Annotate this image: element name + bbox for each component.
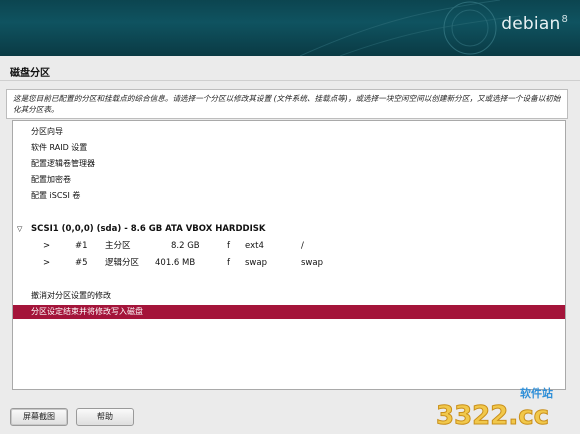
partition-flag: f <box>227 258 230 268</box>
watermark-logo-text: 3322.cc <box>436 401 549 431</box>
menu-item-guided-partitioning[interactable]: 分区向导 <box>13 125 565 139</box>
brand-name: debian <box>501 14 561 34</box>
installer-header: debian8 <box>0 0 580 56</box>
partition-arrow-icon: > <box>43 258 51 268</box>
partition-number: #1 <box>75 241 88 251</box>
screenshot-button[interactable]: 屏幕截图 <box>10 408 68 426</box>
menu-item-label: 配置加密卷 <box>31 175 71 184</box>
partition-flag: f <box>227 241 230 251</box>
partition-mountpoint: swap <box>301 258 323 268</box>
menu-item-label: 配置 iSCSI 卷 <box>31 191 81 200</box>
menu-item-software-raid[interactable]: 软件 RAID 设置 <box>13 141 565 155</box>
help-button[interactable]: 帮助 <box>76 408 134 426</box>
partition-row-5[interactable]: > #5 逻辑分区 401.6 MB f swap swap <box>13 256 565 270</box>
partition-arrow-icon: > <box>43 241 51 251</box>
brand-version: 8 <box>561 14 568 26</box>
partition-filesystem: swap <box>245 258 267 268</box>
disk-label: SCSI1 (0,0,0) (sda) - 8.6 GB ATA VBOX HA… <box>31 224 266 234</box>
debian-logo: debian8 <box>501 14 568 34</box>
menu-item-label: 分区向导 <box>31 127 63 136</box>
menu-item-label: 软件 RAID 设置 <box>31 143 88 152</box>
finish-partitioning-label: 分区设定结束并将修改写入磁盘 <box>31 307 143 316</box>
page-title: 磁盘分区 <box>10 68 50 79</box>
collapse-triangle-icon[interactable]: ▽ <box>17 222 22 236</box>
partition-number: #5 <box>75 258 88 268</box>
partition-size: 8.2 GB <box>171 241 200 251</box>
menu-item-iscsi[interactable]: 配置 iSCSI 卷 <box>13 189 565 203</box>
partition-row-1[interactable]: > #1 主分区 8.2 GB f ext4 / <box>13 239 565 253</box>
undo-changes-item[interactable]: 撤消对分区设置的修改 <box>13 289 565 303</box>
partition-list[interactable]: 分区向导 软件 RAID 设置 配置逻辑卷管理器 配置加密卷 配置 iSCSI … <box>12 120 566 390</box>
partition-type: 主分区 <box>105 241 131 251</box>
undo-changes-label: 撤消对分区设置的修改 <box>31 291 111 300</box>
menu-item-label: 配置逻辑卷管理器 <box>31 159 95 168</box>
partition-size: 401.6 MB <box>155 258 196 268</box>
disk-sda-row[interactable]: ▽ SCSI1 (0,0,0) (sda) - 8.6 GB ATA VBOX … <box>13 222 565 236</box>
partition-type: 逻辑分区 <box>105 258 140 268</box>
finish-partitioning-item[interactable]: 分区设定结束并将修改写入磁盘 <box>13 305 565 319</box>
description-text: 这是您目前已配置的分区和挂载点的综合信息。请选择一个分区以修改其设置 (文件系统… <box>6 89 568 119</box>
title-divider <box>0 80 580 81</box>
menu-item-lvm[interactable]: 配置逻辑卷管理器 <box>13 157 565 171</box>
watermark-text: 软件站 <box>520 387 553 400</box>
header-swirl-decoration <box>299 0 521 56</box>
menu-item-encrypted-volumes[interactable]: 配置加密卷 <box>13 173 565 187</box>
partition-mountpoint: / <box>301 241 304 251</box>
partition-filesystem: ext4 <box>245 241 264 251</box>
